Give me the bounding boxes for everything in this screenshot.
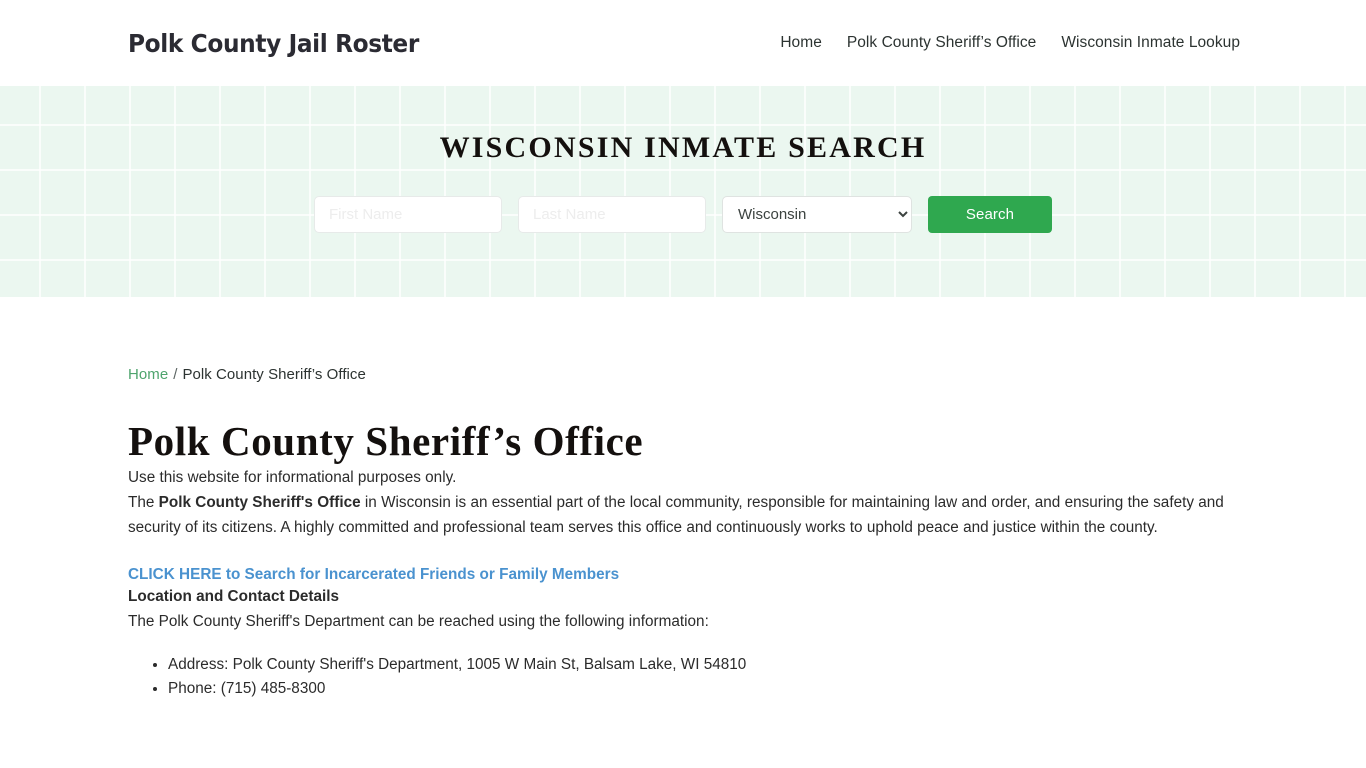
inmate-search-form: Wisconsin Search bbox=[314, 196, 1052, 233]
state-select[interactable]: Wisconsin bbox=[722, 196, 912, 233]
contact-intro-paragraph: The Polk County Sheriff's Department can… bbox=[128, 613, 709, 631]
breadcrumb-link-home[interactable]: Home bbox=[128, 366, 168, 383]
main-content: Home / Polk County Sheriff’s Office Polk C… bbox=[0, 297, 1366, 701]
search-button[interactable]: Search bbox=[928, 196, 1052, 233]
site-header: Polk County Jail Roster Home Polk County… bbox=[0, 0, 1366, 86]
description-bold-office: Polk County Sheriff's Office bbox=[158, 494, 361, 512]
breadcrumb-separator: / bbox=[173, 366, 178, 383]
nav-item-polk-county-sheriffs-office[interactable]: Polk County Sheriff’s Office bbox=[847, 34, 1037, 52]
main-navigation: Home Polk County Sheriff’s Office Wiscon… bbox=[780, 34, 1240, 52]
list-item: Address: Polk County Sheriff's Departmen… bbox=[168, 653, 1238, 677]
contact-details-list: Address: Polk County Sheriff's Departmen… bbox=[128, 653, 1238, 701]
description-paragraph: The Polk County Sheriff's Office in Wisc… bbox=[128, 490, 1238, 540]
description-prefix: The bbox=[128, 494, 159, 512]
nav-item-home[interactable]: Home bbox=[780, 34, 822, 52]
list-item: Phone: (715) 485-8300 bbox=[168, 677, 1238, 701]
breadcrumb: Home / Polk County Sheriff’s Office bbox=[128, 297, 1238, 383]
hero-search-section: WISCONSIN INMATE SEARCH Wisconsin Search bbox=[0, 86, 1366, 297]
cta-inmate-search-link[interactable]: CLICK HERE to Search for Incarcerated Fr… bbox=[128, 566, 1238, 584]
site-brand-link[interactable]: Polk County Jail Roster bbox=[128, 29, 419, 58]
last-name-input[interactable] bbox=[518, 196, 706, 233]
hero-title: WISCONSIN INMATE SEARCH bbox=[439, 131, 927, 164]
intro-paragraph: Use this website for informational purpo… bbox=[128, 469, 457, 487]
nav-item-wisconsin-inmate-lookup[interactable]: Wisconsin Inmate Lookup bbox=[1061, 34, 1240, 52]
breadcrumb-current: Polk County Sheriff’s Office bbox=[182, 366, 366, 383]
page-title: Polk County Sheriff’s Office bbox=[128, 418, 644, 464]
location-contact-heading: Location and Contact Details bbox=[128, 588, 340, 606]
first-name-input[interactable] bbox=[314, 196, 502, 233]
